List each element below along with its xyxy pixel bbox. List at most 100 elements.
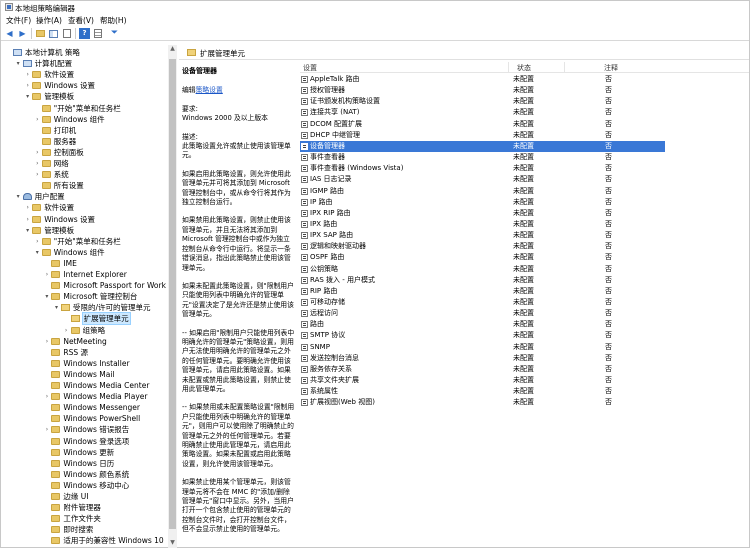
- setting-row[interactable]: 可移动存储 未配置 否: [300, 297, 665, 308]
- setting-row[interactable]: 事件查看器 未配置 否: [300, 152, 665, 163]
- expand-chevron-icon[interactable]: ›: [43, 336, 50, 347]
- setting-row[interactable]: IPX 路由 未配置 否: [300, 219, 665, 230]
- setting-row[interactable]: IPX SAP 路由 未配置 否: [300, 230, 665, 241]
- setting-row[interactable]: 连接共享 (NAT) 未配置 否: [300, 107, 665, 118]
- edit-policy-link[interactable]: 策略设置: [196, 86, 223, 94]
- collapse-chevron-icon[interactable]: ▾: [24, 91, 31, 102]
- collapse-chevron-icon[interactable]: ▾: [43, 291, 50, 302]
- expand-chevron-icon[interactable]: ›: [43, 269, 50, 280]
- menu-help[interactable]: 帮助(H): [100, 15, 127, 26]
- expand-chevron-icon[interactable]: ›: [24, 69, 31, 80]
- setting-row[interactable]: 证书颁发机构策略设置 未配置 否: [300, 96, 665, 107]
- menu-action[interactable]: 操作(A): [36, 15, 62, 26]
- forward-icon[interactable]: ▶: [17, 28, 28, 39]
- setting-name: DHCP 中继管理: [310, 130, 360, 139]
- expand-chevron-icon[interactable]: ›: [34, 169, 41, 180]
- setting-state: 未配置: [513, 353, 534, 362]
- back-icon[interactable]: ◀: [4, 28, 15, 39]
- setting-row[interactable]: 远程访问 未配置 否: [300, 308, 665, 319]
- collapse-chevron-icon[interactable]: ▾: [15, 58, 22, 69]
- setting-row[interactable]: 逻辑和映射驱动器 未配置 否: [300, 241, 665, 252]
- setting-row[interactable]: 设备管理器 未配置 否: [300, 140, 665, 152]
- setting-row[interactable]: SMTP 协议 未配置 否: [300, 330, 665, 341]
- tree-item-label: Windows Mail: [63, 369, 115, 379]
- setting-comment: 否: [605, 175, 612, 184]
- tree-item-label: 受限的/许可的管理单元: [73, 303, 151, 313]
- menu-file[interactable]: 文件(F): [6, 15, 31, 26]
- filter-icon[interactable]: ⏷: [109, 28, 120, 39]
- tree-scrollbar[interactable]: ▲ ▼: [168, 45, 177, 548]
- setting-row[interactable]: OSPF 路由 未配置 否: [300, 252, 665, 263]
- help-icon[interactable]: ?: [79, 28, 90, 39]
- description-body: 描述: 此策略设置允许或禁止使用该管理单元。: [182, 133, 295, 161]
- policy-setting-icon: [301, 399, 308, 407]
- setting-row[interactable]: 服务依存关系 未配置 否: [300, 364, 665, 375]
- policy-setting-icon: [301, 176, 308, 184]
- column-comment[interactable]: 注释: [604, 63, 618, 73]
- setting-comment: 否: [605, 186, 612, 195]
- tree-item-label: Windows Messenger: [63, 403, 140, 413]
- setting-row[interactable]: 共享文件夹扩展 未配置 否: [300, 375, 665, 386]
- tree-item-label: 即时搜索: [63, 525, 94, 535]
- setting-row[interactable]: 授权管理器 未配置 否: [300, 85, 665, 96]
- setting-state: 未配置: [513, 197, 534, 206]
- window-title: 本地组策略编辑器: [15, 4, 75, 13]
- scroll-down-icon[interactable]: ▼: [168, 539, 177, 548]
- collapse-chevron-icon[interactable]: ▾: [24, 225, 31, 236]
- tree-item-label: Windows 组件: [53, 114, 105, 124]
- expand-chevron-icon[interactable]: ›: [24, 202, 31, 213]
- setting-row[interactable]: 路由 未配置 否: [300, 319, 665, 330]
- collapse-chevron-icon[interactable]: ▾: [53, 302, 60, 313]
- column-setting[interactable]: 设置: [303, 63, 317, 73]
- expand-chevron-icon[interactable]: ›: [34, 114, 41, 125]
- setting-row[interactable]: RAS 拨入 - 用户模式 未配置 否: [300, 275, 665, 286]
- column-state[interactable]: 状态: [517, 63, 531, 73]
- expand-chevron-icon[interactable]: ›: [24, 80, 31, 91]
- setting-row[interactable]: 发送控制台消息 未配置 否: [300, 353, 665, 364]
- show-hide-tree-icon[interactable]: [48, 28, 59, 39]
- setting-row[interactable]: IP 路由 未配置 否: [300, 197, 665, 208]
- setting-row[interactable]: AppleTalk 路由 未配置 否: [300, 74, 665, 85]
- menu-view[interactable]: 查看(V): [68, 15, 94, 26]
- setting-row[interactable]: 系统属性 未配置 否: [300, 386, 665, 397]
- setting-row[interactable]: DHCP 中继管理 未配置 否: [300, 130, 665, 141]
- scrollbar-thumb[interactable]: [169, 59, 176, 529]
- folder-icon: [51, 293, 61, 301]
- setting-row[interactable]: RIP 路由 未配置 否: [300, 286, 665, 297]
- setting-name: SMTP 协议: [310, 331, 346, 340]
- setting-name: IAS 日志记录: [310, 175, 352, 184]
- setting-row[interactable]: DCOM 配置扩展 未配置 否: [300, 119, 665, 130]
- setting-row[interactable]: 事件查看器 (Windows Vista) 未配置 否: [300, 163, 665, 174]
- expand-chevron-icon[interactable]: ›: [24, 214, 31, 225]
- setting-name: 公钥策略: [310, 264, 338, 273]
- scroll-up-icon[interactable]: ▲: [168, 45, 177, 54]
- setting-name: 设备管理器: [310, 141, 345, 150]
- expand-chevron-icon[interactable]: ›: [34, 147, 41, 158]
- policy-setting-icon: [301, 87, 308, 95]
- expand-chevron-icon[interactable]: ›: [34, 158, 41, 169]
- collapse-chevron-icon[interactable]: ▾: [15, 191, 22, 202]
- expand-chevron-icon[interactable]: ›: [63, 325, 70, 336]
- up-folder-icon[interactable]: [35, 28, 46, 39]
- folder-icon: [70, 326, 80, 334]
- setting-name: 证书颁发机构策略设置: [310, 97, 380, 106]
- folder-icon: [51, 348, 61, 356]
- setting-row[interactable]: SNMP 未配置 否: [300, 342, 665, 353]
- expand-chevron-icon[interactable]: ›: [43, 424, 50, 435]
- setting-row[interactable]: IPX RIP 路由 未配置 否: [300, 208, 665, 219]
- column-divider[interactable]: [564, 62, 565, 73]
- policy-setting-icon: [301, 220, 308, 228]
- collapse-chevron-icon[interactable]: ▾: [34, 247, 41, 258]
- setting-name: IP 路由: [310, 197, 333, 206]
- properties-icon[interactable]: [92, 28, 103, 39]
- setting-state: 未配置: [513, 275, 534, 284]
- setting-row[interactable]: 公钥策略 未配置 否: [300, 264, 665, 275]
- setting-row[interactable]: IAS 日志记录 未配置 否: [300, 174, 665, 185]
- setting-row[interactable]: IGMP 路由 未配置 否: [300, 186, 665, 197]
- expand-chevron-icon[interactable]: ›: [43, 391, 50, 402]
- column-divider[interactable]: [508, 62, 509, 73]
- folder-icon: [51, 259, 61, 267]
- setting-row[interactable]: 扩展视图(Web 视图) 未配置 否: [300, 397, 665, 408]
- expand-chevron-icon[interactable]: ›: [34, 236, 41, 247]
- export-list-icon[interactable]: [61, 28, 72, 39]
